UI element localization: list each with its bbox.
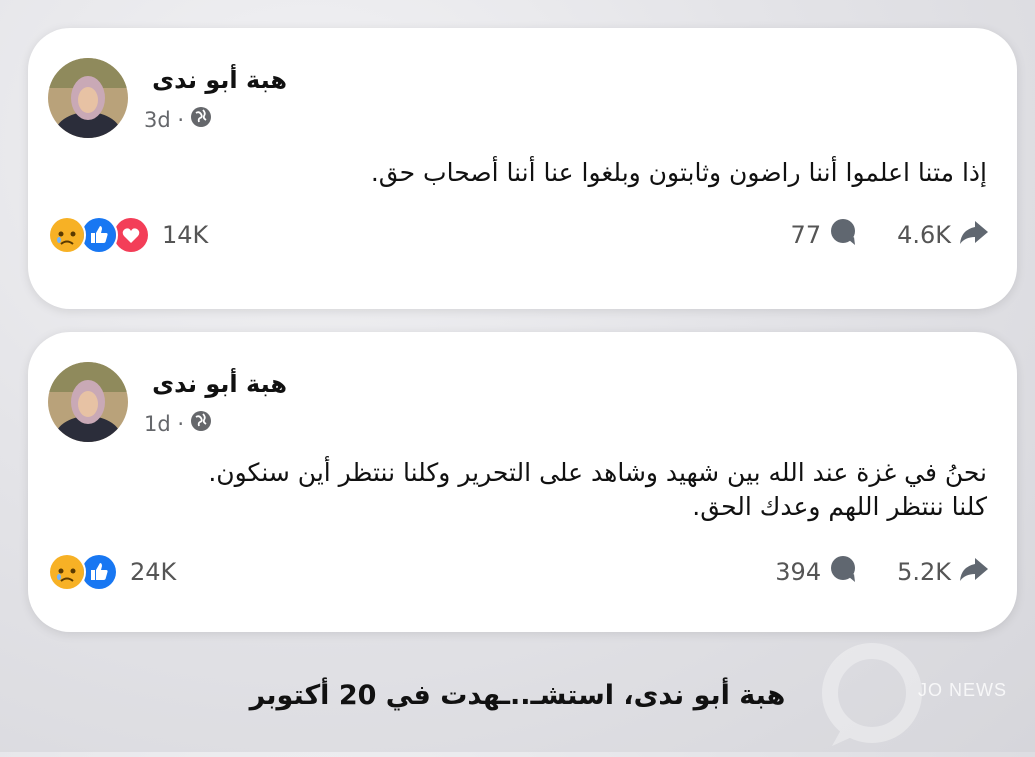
engagement-stats: 394 5.2K [775,555,989,589]
post-text-line: كلنا ننتظر اللهم وعدك الحق. [692,492,987,521]
post-time[interactable]: 1d · [144,412,184,436]
globe-icon [190,410,212,437]
author-name[interactable]: هبة أبو ندى [152,370,287,398]
post-meta: 1d · [144,410,212,437]
reactions-summary[interactable]: 24K [48,553,176,591]
caption: هبة أبو ندى، استشـ..ـهدت في 20 أكتوبر [249,680,786,711]
post-time[interactable]: 3d · [144,108,184,132]
reaction-count: 24K [130,558,177,586]
comment-count[interactable]: 394 [775,558,821,586]
author-name[interactable]: هبة أبو ندى [152,66,287,94]
post-text-line: نحنُ في غزة عند الله بين شهيد وشاهد على … [208,458,987,487]
post-card: هبة أبو ندى 1d · نحنُ في غزة عند الله بي… [28,332,1017,632]
sad-icon [48,216,86,254]
share-count[interactable]: 4.6K [897,221,951,249]
reaction-count: 14K [162,221,209,249]
comment-icon[interactable] [829,218,857,252]
globe-icon [190,106,212,133]
sad-icon [48,553,86,591]
author-avatar[interactable] [48,362,128,442]
reactions-summary[interactable]: 14K [48,216,208,254]
comment-count[interactable]: 77 [791,221,822,249]
post-card: هبة أبو ندى 3d · إذا متنا اعلموا أننا را… [28,28,1017,309]
engagement-stats: 77 4.6K [791,218,989,252]
share-icon[interactable] [959,556,989,588]
post-text: نحنُ في غزة عند الله بين شهيد وشاهد على … [47,456,987,524]
share-count[interactable]: 5.2K [897,558,951,586]
author-avatar[interactable] [48,58,128,138]
post-text: إذا متنا اعلموا أننا راضون وثابتون وبلغو… [370,158,987,187]
post-meta: 3d · [144,106,212,133]
comment-icon[interactable] [829,555,857,589]
share-icon[interactable] [959,219,989,251]
